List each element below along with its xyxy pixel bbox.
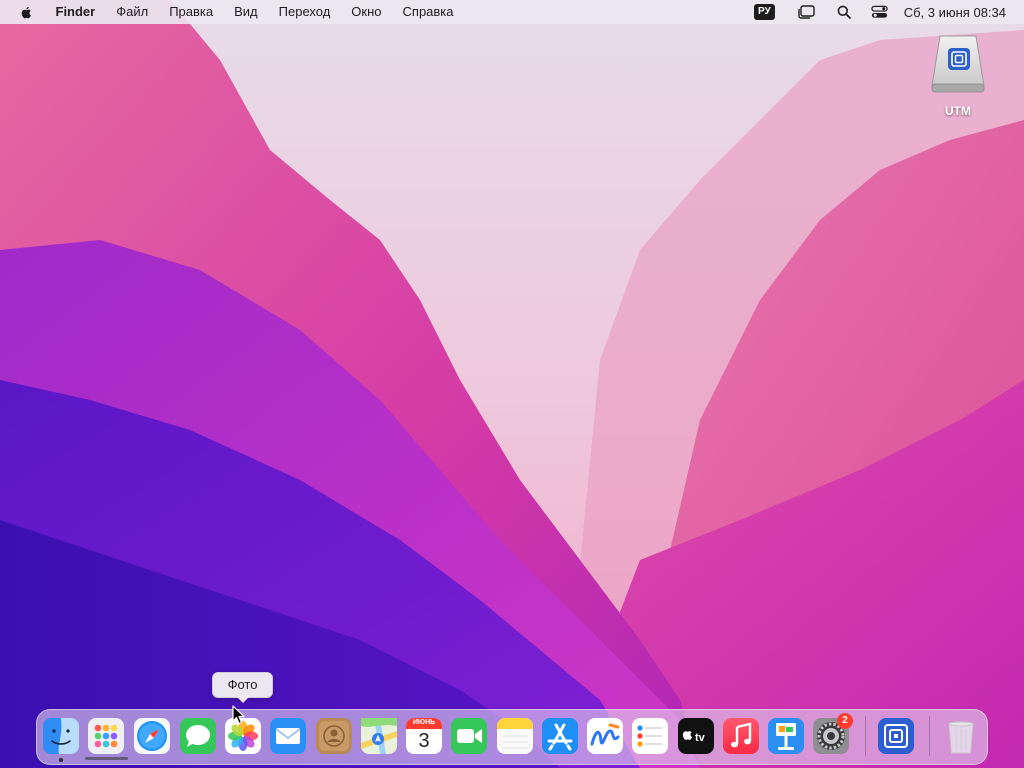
safari-icon xyxy=(134,718,170,754)
dock-item-notes[interactable] xyxy=(496,717,534,755)
control-center-icon[interactable] xyxy=(871,0,888,24)
dock-item-safari[interactable] xyxy=(133,717,171,755)
dock-item-mail[interactable] xyxy=(269,717,307,755)
dock-scroll-indicator xyxy=(85,757,128,760)
mouse-cursor-icon xyxy=(232,705,246,725)
menu-file[interactable]: Файл xyxy=(106,0,159,24)
dock-item-messages[interactable] xyxy=(179,717,217,755)
messages-icon xyxy=(180,718,216,754)
dock-item-calendar[interactable]: ИЮНЬ 3 xyxy=(405,717,443,755)
keynote-icon xyxy=(768,718,804,754)
menu-help[interactable]: Справка xyxy=(392,0,464,24)
freeform-icon xyxy=(587,718,623,754)
spotlight-search-icon[interactable] xyxy=(837,0,851,24)
input-source-label: РУ xyxy=(753,4,775,20)
tv-icon: tv xyxy=(678,718,714,754)
dock-item-maps[interactable] xyxy=(360,717,398,755)
maps-icon xyxy=(361,718,397,754)
dock-item-contacts[interactable] xyxy=(315,717,353,755)
mail-icon xyxy=(270,718,306,754)
input-source-menu[interactable]: РУ xyxy=(753,0,775,24)
dock-item-trash[interactable] xyxy=(942,717,980,755)
menu-bar: Finder Файл Правка Вид Переход Окно Спра… xyxy=(0,0,1024,24)
utm-disk-icon xyxy=(928,34,988,96)
trash-icon xyxy=(948,721,974,754)
tv-label: tv xyxy=(695,732,706,744)
desktop-item-utm[interactable]: UTM xyxy=(922,34,994,124)
music-icon xyxy=(723,718,759,754)
system-settings-badge: 2 xyxy=(837,713,853,729)
dock-divider xyxy=(929,716,930,756)
dock-tooltip: Фото xyxy=(212,672,273,703)
reminders-icon xyxy=(632,718,668,754)
menu-bar-clock[interactable]: Сб, 3 июня 08:34 xyxy=(904,5,1006,20)
launchpad-icon xyxy=(88,718,124,754)
app-store-icon xyxy=(542,718,578,754)
facetime-icon xyxy=(451,718,487,754)
menu-app-finder[interactable]: Finder xyxy=(45,0,106,24)
desktop-wallpaper xyxy=(0,0,1024,768)
dock-item-reminders[interactable] xyxy=(631,717,669,755)
calendar-month-label: ИЮНЬ xyxy=(412,719,436,726)
menu-bar-status-area: РУ Сб, 3 июня 08:34 xyxy=(740,0,1024,24)
menu-edit[interactable]: Правка xyxy=(159,0,224,24)
dock-item-utm[interactable] xyxy=(877,717,915,755)
finder-icon xyxy=(43,718,79,754)
stage-manager-icon[interactable] xyxy=(797,0,815,24)
dock-item-app-store[interactable] xyxy=(541,717,579,755)
menu-bar-left: Finder Файл Правка Вид Переход Окно Спра… xyxy=(0,0,464,24)
contacts-icon xyxy=(316,718,352,754)
notes-icon xyxy=(497,718,533,754)
calendar-day-label: 3 xyxy=(418,730,430,752)
menu-view[interactable]: Вид xyxy=(224,0,269,24)
apple-menu-icon[interactable] xyxy=(19,4,35,20)
dock-item-tv[interactable]: tv xyxy=(677,717,715,755)
dock-item-finder[interactable] xyxy=(42,717,80,755)
utm-icon xyxy=(878,718,914,754)
dock-item-launchpad[interactable] xyxy=(87,717,125,755)
menu-window[interactable]: Окно xyxy=(341,0,392,24)
dock-item-music[interactable] xyxy=(722,717,760,755)
menu-go[interactable]: Переход xyxy=(268,0,341,24)
desktop-item-label: UTM xyxy=(945,104,971,118)
dock-divider xyxy=(865,716,866,756)
finder-running-indicator xyxy=(59,758,63,762)
dock-item-keynote[interactable] xyxy=(767,717,805,755)
dock-item-facetime[interactable] xyxy=(450,717,488,755)
dock-item-freeform[interactable] xyxy=(586,717,624,755)
